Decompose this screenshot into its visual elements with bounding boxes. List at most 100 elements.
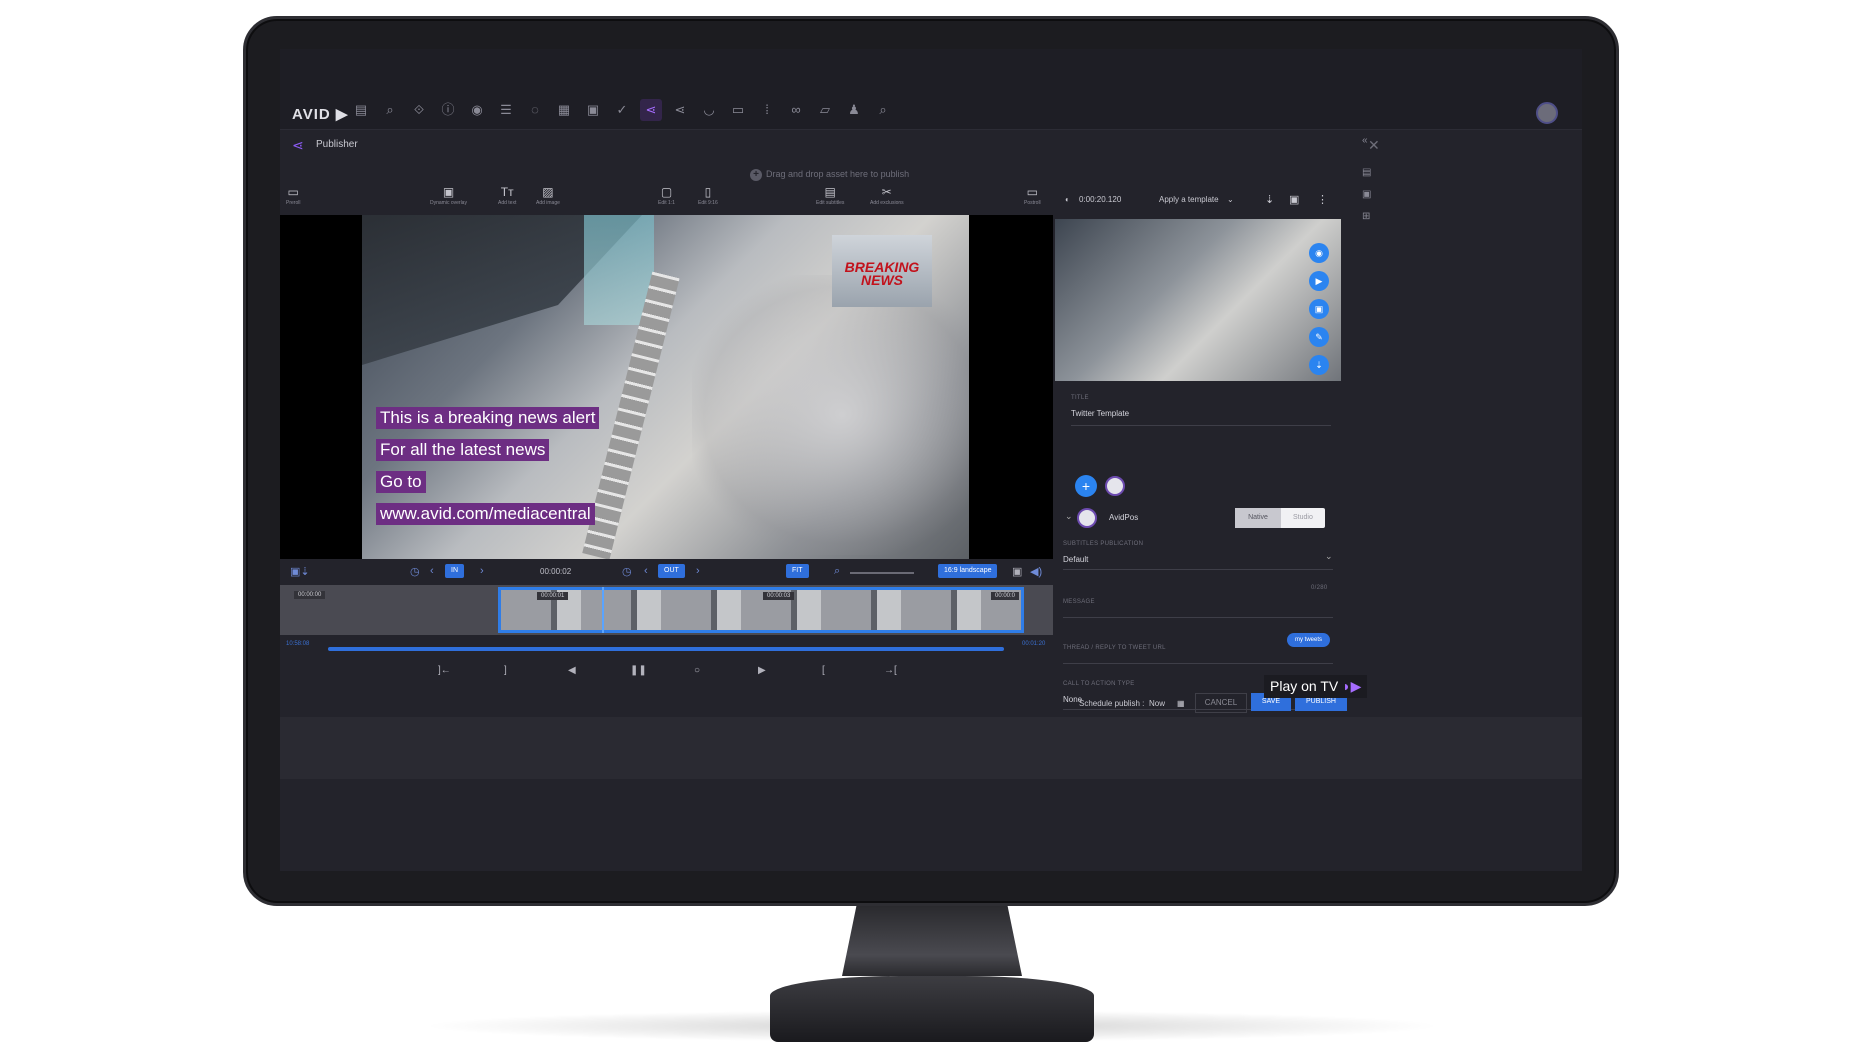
- caption-line-2: For all the latest news: [376, 439, 550, 461]
- timeline-start-time: 10:58:08: [286, 641, 310, 647]
- tv-mark-icon: ◗▶: [1342, 678, 1362, 694]
- export-frame-icon[interactable]: ▣⇣: [290, 565, 310, 578]
- mark-in-transport-button[interactable]: ]: [504, 665, 507, 676]
- zoom-slider[interactable]: [850, 572, 914, 574]
- fit-button[interactable]: FIT: [786, 564, 809, 578]
- thumbnail-preview: ◉ ▶ ▣ ✎ ⇣: [1055, 219, 1341, 381]
- play-on-tv-badge: Play on TV ◗▶: [1264, 675, 1368, 698]
- video-frame: BREAKING NEWS This is a breaking news al…: [362, 215, 969, 559]
- avid-logo: AVID ▶: [292, 106, 349, 123]
- counter-icon[interactable]: ⁞: [756, 99, 778, 121]
- subtitle-toggle-icon[interactable]: ▣: [1012, 565, 1022, 578]
- close-icon[interactable]: ✕: [1368, 137, 1380, 154]
- schedule-value[interactable]: Now: [1149, 699, 1165, 708]
- play-on-tv-text: Play on TV: [1270, 678, 1339, 694]
- video-icon[interactable]: ▶: [1309, 271, 1329, 291]
- prev-out-icon[interactable]: ‹: [644, 565, 648, 577]
- progress-bar[interactable]: [328, 647, 1004, 651]
- more-icon[interactable]: ⋮: [1317, 193, 1328, 206]
- pause-button[interactable]: ❚❚: [630, 665, 647, 676]
- chevron-down-icon[interactable]: ⌄: [1065, 511, 1073, 522]
- publisher-icon[interactable]: ⋖: [640, 99, 662, 121]
- capture-icon[interactable]: ▭: [727, 99, 749, 121]
- trophy-icon[interactable]: ♟: [843, 99, 865, 121]
- share-icon[interactable]: ⋖: [669, 99, 691, 121]
- mark-out-transport-button[interactable]: [: [822, 665, 825, 676]
- clock-icon[interactable]: ◷: [410, 565, 420, 578]
- chevron-down-icon[interactable]: ⌄: [1227, 195, 1234, 204]
- schedule-label: Schedule publish :: [1079, 699, 1145, 708]
- zoom-icon[interactable]: ⌕: [872, 99, 894, 121]
- mark-icon[interactable]: ◉: [466, 99, 488, 121]
- check-icon[interactable]: ✓: [611, 99, 633, 121]
- loop-button[interactable]: ○: [694, 665, 700, 676]
- browse-icon[interactable]: ⟐: [408, 99, 430, 121]
- edit-1-1-button[interactable]: ▢ Edit 1:1: [658, 185, 675, 206]
- media-icon[interactable]: ▣: [582, 99, 604, 121]
- subtitle-icon[interactable]: ▣: [1289, 193, 1299, 206]
- preview-icon[interactable]: ▣: [1362, 189, 1371, 200]
- add-text-button[interactable]: Tт Add text: [498, 185, 516, 206]
- go-to-in-button[interactable]: ]←: [438, 665, 451, 676]
- message-field[interactable]: [1063, 617, 1333, 618]
- calendar-icon[interactable]: ▦: [1177, 699, 1185, 708]
- edit-9-16-button[interactable]: ▯ Edit 9:16: [698, 185, 718, 206]
- chevron-down-icon[interactable]: ⌄: [1325, 551, 1333, 562]
- zoom-out-icon[interactable]: ⌕: [834, 565, 840, 578]
- timeline-strip[interactable]: 00:00:00 00:00:01 00:00:03 00:00:0: [280, 585, 1053, 635]
- aspect-ratio-select[interactable]: 16:9 landscape: [938, 564, 998, 578]
- collapse-icon[interactable]: «: [1362, 135, 1368, 146]
- download-icon[interactable]: ⇣: [1309, 355, 1329, 375]
- forward-button[interactable]: ▶: [758, 665, 766, 676]
- add-image-button[interactable]: ▨ Add image: [536, 185, 560, 206]
- account-avatar[interactable]: [1105, 476, 1125, 496]
- download-icon[interactable]: ⇣: [1265, 193, 1274, 206]
- camera-icon[interactable]: ◉: [1309, 243, 1329, 263]
- cloud-icon[interactable]: ◡: [698, 99, 720, 121]
- selected-range[interactable]: 00:00:01 00:00:03 00:00:0: [498, 587, 1024, 633]
- mark-out-button[interactable]: OUT: [658, 564, 685, 578]
- clock-out-icon[interactable]: ◷: [622, 565, 632, 578]
- edit-icon[interactable]: ✎: [1309, 327, 1329, 347]
- rundown-icon[interactable]: ☰: [495, 99, 517, 121]
- next-out-icon[interactable]: ›: [696, 565, 700, 577]
- rewind-button[interactable]: ◀: [568, 665, 576, 676]
- drop-zone[interactable]: + Drag and drop asset here to publish: [750, 169, 909, 181]
- log-icon[interactable]: ▱: [814, 99, 836, 121]
- publisher-header: ⋖ Publisher ✕: [280, 129, 1380, 163]
- link-icon[interactable]: ∞: [785, 99, 807, 121]
- search-icon[interactable]: ⌕: [379, 99, 401, 121]
- info-icon[interactable]: ⓘ: [437, 99, 459, 121]
- chat-icon[interactable]: ◌: [524, 99, 546, 121]
- preroll-button[interactable]: ▭ Preroll: [286, 185, 300, 206]
- mark-in-button[interactable]: IN: [445, 564, 464, 578]
- timecode-marker: 00:00:01: [537, 592, 569, 600]
- mode-toggle[interactable]: Native Studio: [1235, 508, 1325, 528]
- story-icon[interactable]: ▦: [553, 99, 575, 121]
- account-name: AvidPos: [1109, 513, 1139, 522]
- gallery-icon[interactable]: ▣: [1309, 299, 1329, 319]
- my-tweets-button[interactable]: my tweets: [1287, 633, 1331, 647]
- next-in-icon[interactable]: ›: [480, 565, 484, 577]
- thread-field[interactable]: [1063, 663, 1333, 664]
- apply-template-select[interactable]: Apply a template: [1159, 195, 1219, 204]
- go-to-out-button[interactable]: →[: [884, 665, 897, 676]
- video-player[interactable]: BREAKING NEWS This is a breaking news al…: [280, 215, 1053, 559]
- playhead[interactable]: [602, 587, 604, 633]
- tree-icon[interactable]: ⊞: [1362, 211, 1370, 222]
- add-exclusions-button[interactable]: ✂ Add exclusions: [870, 185, 904, 206]
- mode-native[interactable]: Native: [1235, 508, 1281, 528]
- mode-studio[interactable]: Studio: [1293, 514, 1313, 521]
- title-field[interactable]: Twitter Template: [1071, 409, 1129, 418]
- dynamic-overlay-button[interactable]: ▣ Dynamic overlay: [430, 185, 467, 206]
- user-avatar[interactable]: [1536, 102, 1558, 124]
- subtitles-select[interactable]: Default: [1063, 555, 1088, 564]
- list-icon[interactable]: ▤: [1362, 167, 1371, 178]
- add-account-button[interactable]: +: [1075, 475, 1097, 497]
- cancel-button[interactable]: CANCEL: [1195, 693, 1247, 713]
- edit-subtitles-button[interactable]: ▤ Edit subtitles: [816, 185, 844, 206]
- volume-icon[interactable]: ◀): [1030, 565, 1042, 578]
- folder-icon[interactable]: ▤: [350, 99, 372, 121]
- postroll-button[interactable]: ▭ Postroll: [1024, 185, 1041, 206]
- prev-in-icon[interactable]: ‹: [430, 565, 434, 577]
